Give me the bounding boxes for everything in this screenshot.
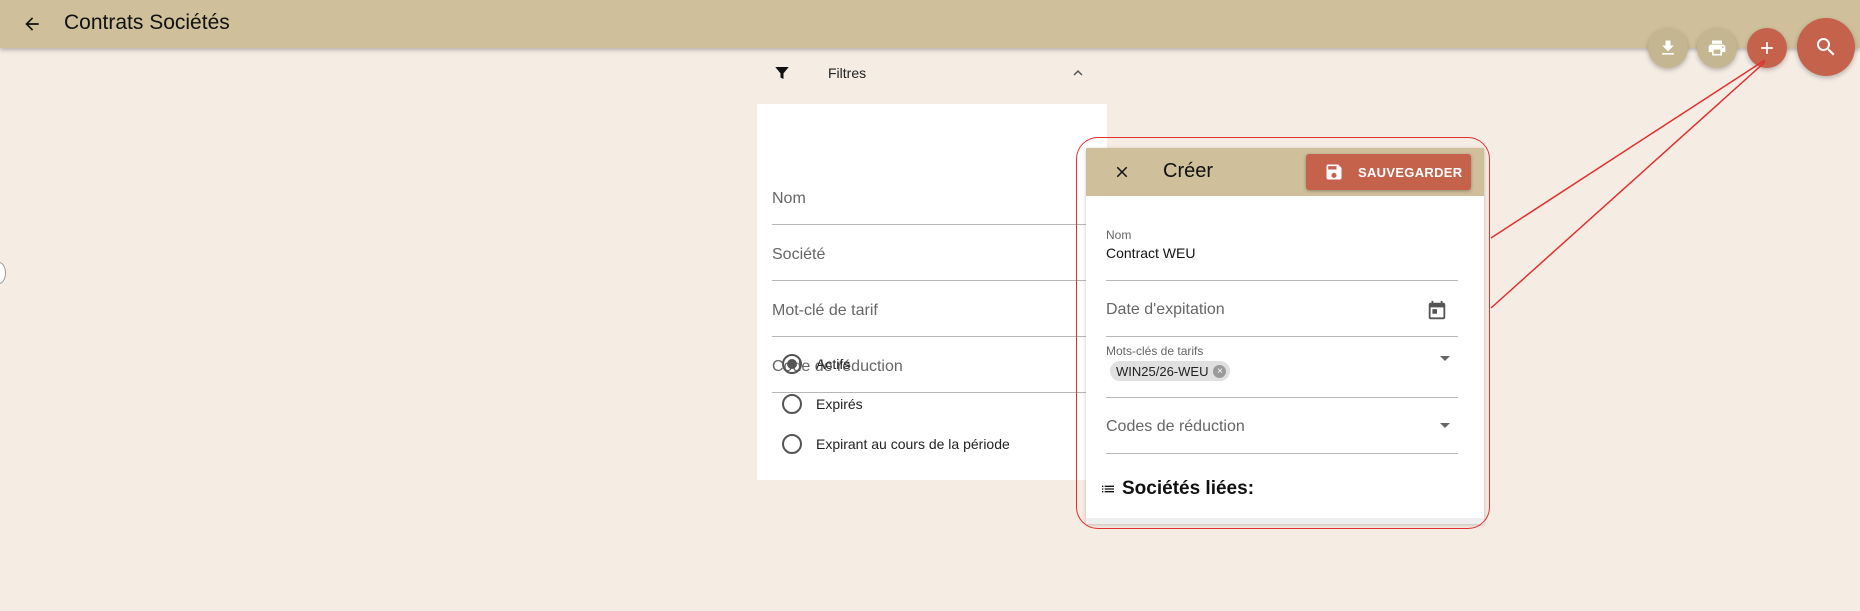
close-icon <box>1116 166 1128 178</box>
chevron-up-icon[interactable] <box>1069 64 1087 82</box>
left-edge-handle[interactable] <box>0 262 6 284</box>
radio-expired[interactable]: Expirés <box>782 392 863 416</box>
tariff-keywords-select[interactable]: Mots-clés de tarifs WIN25/26-WEU × <box>1106 336 1458 398</box>
discount-codes-select[interactable]: Codes de réduction <box>1106 397 1458 454</box>
download-icon <box>1662 40 1674 55</box>
calendar-icon[interactable] <box>1426 300 1448 322</box>
filter-company-label: Société <box>772 246 826 263</box>
expiry-date-field[interactable]: Date d'expitation <box>1106 280 1458 337</box>
radio-active-label: Actifs <box>816 356 851 372</box>
print-button[interactable] <box>1697 28 1737 68</box>
circle-x-icon[interactable]: × <box>1213 364 1227 378</box>
radio-expiring-label: Expirant au cours de la période <box>816 436 1010 452</box>
tariff-keyword-chip[interactable]: WIN25/26-WEU × <box>1110 361 1231 381</box>
search-button[interactable] <box>1797 18 1855 76</box>
filters-header[interactable]: Filtres <box>757 56 1107 90</box>
print-icon <box>1708 40 1726 56</box>
add-button[interactable] <box>1747 28 1787 68</box>
arrow-left-icon <box>25 17 39 31</box>
save-button[interactable]: SAUVEGARDER <box>1306 154 1471 190</box>
filter-tariff-keyword-select[interactable]: Mot-clé de tarif <box>772 280 1096 337</box>
save-button-label: SAUVEGARDER <box>1358 164 1463 180</box>
create-panel-header: Créer SAUVEGARDER <box>1086 148 1484 196</box>
plus-icon <box>1761 42 1773 54</box>
funnel-icon <box>775 67 789 79</box>
search-icon <box>1817 38 1835 56</box>
name-field-label: Nom <box>1106 228 1132 242</box>
dropdown-caret-icon[interactable] <box>1440 423 1450 428</box>
filter-name-field[interactable]: Nom <box>772 168 1092 225</box>
linked-companies-heading: Sociétés liées: <box>1100 478 1254 500</box>
radio-button[interactable] <box>782 394 802 414</box>
linked-companies-title: Sociétés liées: <box>1122 478 1255 499</box>
radio-expired-label: Expirés <box>816 396 863 412</box>
tariff-keyword-chip-label: WIN25/26-WEU <box>1116 363 1209 379</box>
discount-codes-label: Codes de réduction <box>1106 418 1245 435</box>
back-button[interactable] <box>18 10 46 38</box>
radio-active[interactable]: Actifs <box>782 352 850 376</box>
filters-label: Filtres <box>828 65 867 81</box>
dropdown-caret-icon[interactable] <box>1440 356 1450 361</box>
close-button[interactable] <box>1110 160 1134 184</box>
radio-button[interactable] <box>782 434 802 454</box>
filter-company-select[interactable]: Société <box>772 224 1096 281</box>
app-bar: Contrats Sociétés <box>0 0 1860 48</box>
list-icon <box>1102 485 1114 493</box>
filter-name-label: Nom <box>772 190 806 207</box>
name-field-value[interactable]: Contract WEU <box>1106 245 1195 261</box>
floppy-disk-icon <box>1326 164 1342 180</box>
radio-button-checked[interactable] <box>782 354 802 374</box>
create-panel-title: Créer <box>1163 160 1214 182</box>
download-button[interactable] <box>1648 28 1688 68</box>
filter-card: Nom Société Mot-clé de tarif Code de réd… <box>757 104 1107 480</box>
radio-expiring[interactable]: Expirant au cours de la période <box>782 432 1010 456</box>
create-panel: Créer SAUVEGARDER Nom Contract WEU Date … <box>1086 148 1484 524</box>
filter-tariff-keyword-label: Mot-clé de tarif <box>772 302 878 319</box>
tariff-keywords-label: Mots-clés de tarifs <box>1106 344 1204 358</box>
expiry-date-label: Date d'expitation <box>1106 301 1225 318</box>
panel-footer-strip <box>1086 518 1484 524</box>
name-field[interactable]: Nom Contract WEU <box>1106 228 1458 281</box>
page-title: Contrats Sociétés <box>64 11 230 34</box>
